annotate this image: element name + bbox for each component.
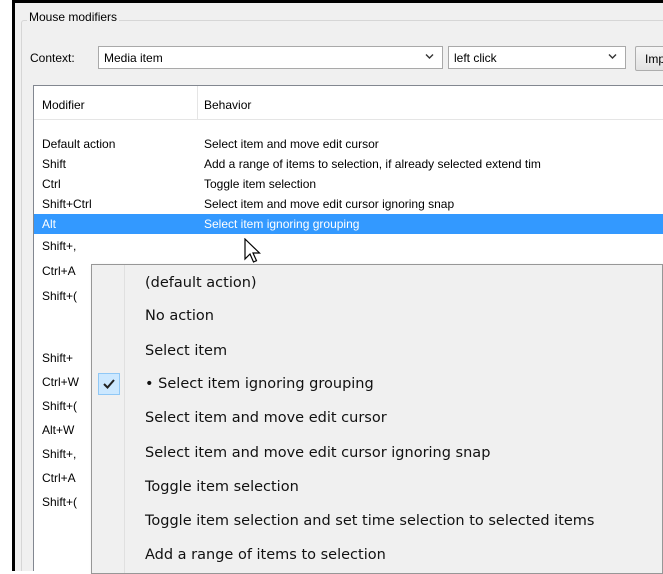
checkmark-icon	[103, 379, 115, 389]
context-dropdown[interactable]: Media item	[98, 46, 443, 69]
context-value: Media item	[104, 51, 163, 65]
row-modifier: Default action	[42, 137, 116, 151]
row-modifier-partial[interactable]: Shift+(	[42, 289, 77, 303]
table-row-selected[interactable]: Alt Select item ignoring grouping	[34, 214, 663, 234]
row-modifier: Alt	[42, 217, 57, 231]
context-label: Context:	[30, 51, 75, 65]
group-title: Mouse modifiers	[27, 10, 120, 24]
column-header-modifier[interactable]: Modifier	[42, 98, 85, 112]
menu-item[interactable]: (default action)	[145, 275, 257, 291]
menu-gutter	[124, 265, 125, 573]
menu-item[interactable]: Select item and move edit cursor ignorin…	[145, 445, 490, 461]
menu-item[interactable]: Toggle item selection	[145, 479, 299, 495]
column-divider[interactable]	[197, 86, 198, 120]
menu-item[interactable]: Select item and move edit cursor	[145, 410, 387, 426]
mouse-pointer-icon	[244, 238, 261, 263]
row-modifier-partial[interactable]: Ctrl+A	[42, 264, 76, 278]
menu-item[interactable]: Toggle item selection and set time selec…	[145, 513, 595, 529]
row-modifier-partial[interactable]: Ctrl+W	[42, 375, 79, 389]
menu-item[interactable]: Select item	[145, 343, 227, 359]
row-behavior: Add a range of items to selection, if al…	[204, 157, 541, 171]
chevron-down-icon	[425, 54, 434, 59]
table-row[interactable]: Ctrl Toggle item selection	[34, 174, 663, 194]
row-modifier-partial[interactable]: Shift+,	[42, 239, 76, 253]
row-modifier-partial[interactable]: Shift+(	[42, 495, 77, 509]
list-header: Modifier Behavior	[34, 86, 663, 120]
row-behavior: Select item ignoring grouping	[204, 217, 360, 231]
chevron-down-icon	[608, 54, 617, 59]
row-modifier-partial[interactable]: Shift+	[42, 351, 73, 365]
action-dropdown[interactable]: left click	[448, 46, 626, 69]
table-row[interactable]: Shift Add a range of items to selection,…	[34, 154, 663, 174]
import-button-label: Imp	[645, 52, 663, 66]
menu-check-indicator	[98, 373, 120, 395]
menu-item[interactable]: Add a range of items to selection	[145, 547, 386, 563]
row-modifier-partial[interactable]: Ctrl+A	[42, 471, 76, 485]
row-behavior: Select item and move edit cursor ignorin…	[204, 197, 455, 211]
row-modifier-partial[interactable]: Shift+,	[42, 447, 76, 461]
table-row[interactable]: Default action Select item and move edit…	[34, 134, 663, 154]
behavior-context-menu[interactable]: (default action) No action Select item •…	[91, 264, 663, 574]
row-modifier: Shift+Ctrl	[42, 197, 92, 211]
action-value: left click	[454, 51, 497, 65]
table-row[interactable]: Shift+Ctrl Select item and move edit cur…	[34, 194, 663, 214]
row-modifier-partial[interactable]: Alt+W	[42, 423, 74, 437]
row-modifier-partial[interactable]: Shift+(	[42, 399, 77, 413]
row-modifier: Ctrl	[42, 177, 61, 191]
menu-item-checked[interactable]: • Select item ignoring grouping	[145, 376, 374, 392]
import-button[interactable]: Imp	[635, 46, 663, 71]
row-behavior: Toggle item selection	[204, 177, 317, 191]
column-header-behavior[interactable]: Behavior	[204, 98, 251, 112]
menu-item[interactable]: No action	[145, 308, 214, 324]
row-modifier: Shift	[42, 157, 67, 171]
row-behavior: Select item and move edit cursor	[204, 137, 379, 151]
